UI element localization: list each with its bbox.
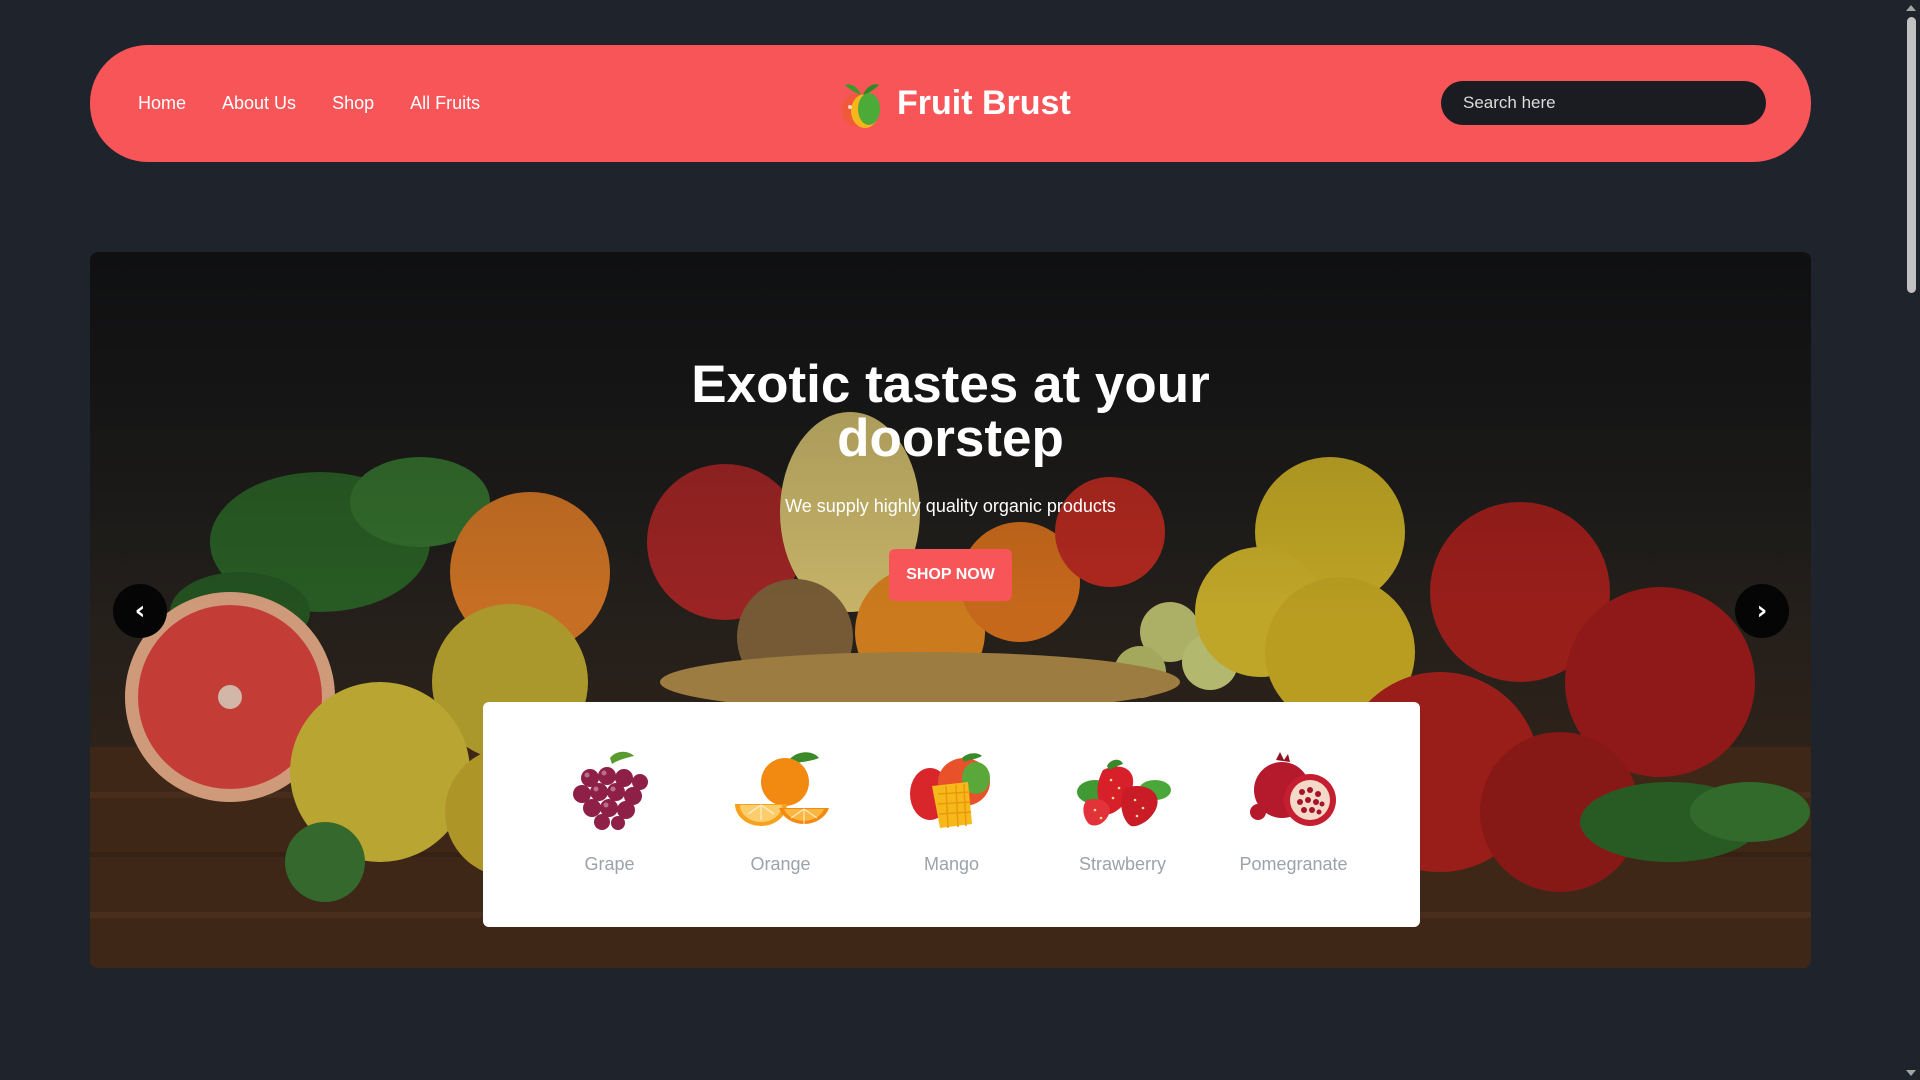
fruit-label-mango: Mango — [923, 854, 980, 874]
chevron-left-icon: ‹ — [134, 596, 146, 626]
fruit-item-strawberry[interactable]: Strawberry — [1073, 748, 1173, 927]
page-scrollbar[interactable] — [1903, 0, 1920, 1080]
nav-all-fruits-link[interactable]: All Fruits — [410, 93, 480, 114]
hero-carousel: Exotic tastes at your doorstep We supply… — [90, 252, 1811, 968]
nav-about-link[interactable]: About Us — [222, 93, 296, 114]
carousel-next-button[interactable]: › — [1735, 584, 1789, 638]
fruit-item-orange[interactable]: Orange — [731, 748, 831, 927]
fruit-item-pomegranate[interactable]: Pomegranate — [1239, 748, 1348, 927]
search-input[interactable] — [1441, 81, 1766, 125]
fruit-label-strawberry: Strawberry — [1078, 854, 1167, 874]
strawberry-icon — [1076, 759, 1171, 827]
hero-title-line-2: doorstep — [837, 409, 1064, 468]
main-nav: Home About Us Shop All Fruits — [138, 93, 480, 114]
fruit-item-mango[interactable]: Mango — [902, 748, 1002, 927]
scrollbar-thumb[interactable] — [1907, 17, 1916, 293]
fruit-category-card: Grape Orange Mango Strawberry Pomegranat… — [483, 702, 1420, 927]
shop-now-button[interactable]: SHOP NOW — [889, 549, 1012, 601]
hero-subtitle: We supply highly quality organic product… — [785, 496, 1116, 516]
navbar: Home About Us Shop All Fruits Fruit Brus… — [90, 45, 1811, 162]
nav-shop-link[interactable]: Shop — [332, 93, 374, 114]
orange-icon — [734, 752, 829, 826]
scroll-down-arrow-icon[interactable] — [1906, 1070, 1916, 1076]
hero-title-line-1: Exotic tastes at your — [691, 355, 1210, 414]
fruit-label-orange: Orange — [750, 854, 811, 874]
grape-icon — [572, 751, 648, 830]
fruit-item-grape[interactable]: Grape — [560, 748, 660, 927]
carousel-prev-button[interactable]: ‹ — [113, 584, 167, 638]
scroll-up-arrow-icon[interactable] — [1906, 5, 1916, 11]
pomegranate-icon — [1249, 752, 1336, 826]
hero-title: Exotic tastes at your doorstep — [90, 358, 1811, 466]
fruit-label-grape: Grape — [584, 854, 635, 874]
fruit-logo-icon — [842, 83, 880, 128]
brand-logo[interactable]: Fruit Brust — [837, 75, 1071, 132]
mango-icon — [909, 753, 990, 829]
fruit-label-pomegranate: Pomegranate — [1239, 854, 1348, 874]
nav-home-link[interactable]: Home — [138, 93, 186, 114]
brand-name: Fruit Brust — [897, 84, 1071, 122]
chevron-right-icon: › — [1756, 596, 1768, 626]
